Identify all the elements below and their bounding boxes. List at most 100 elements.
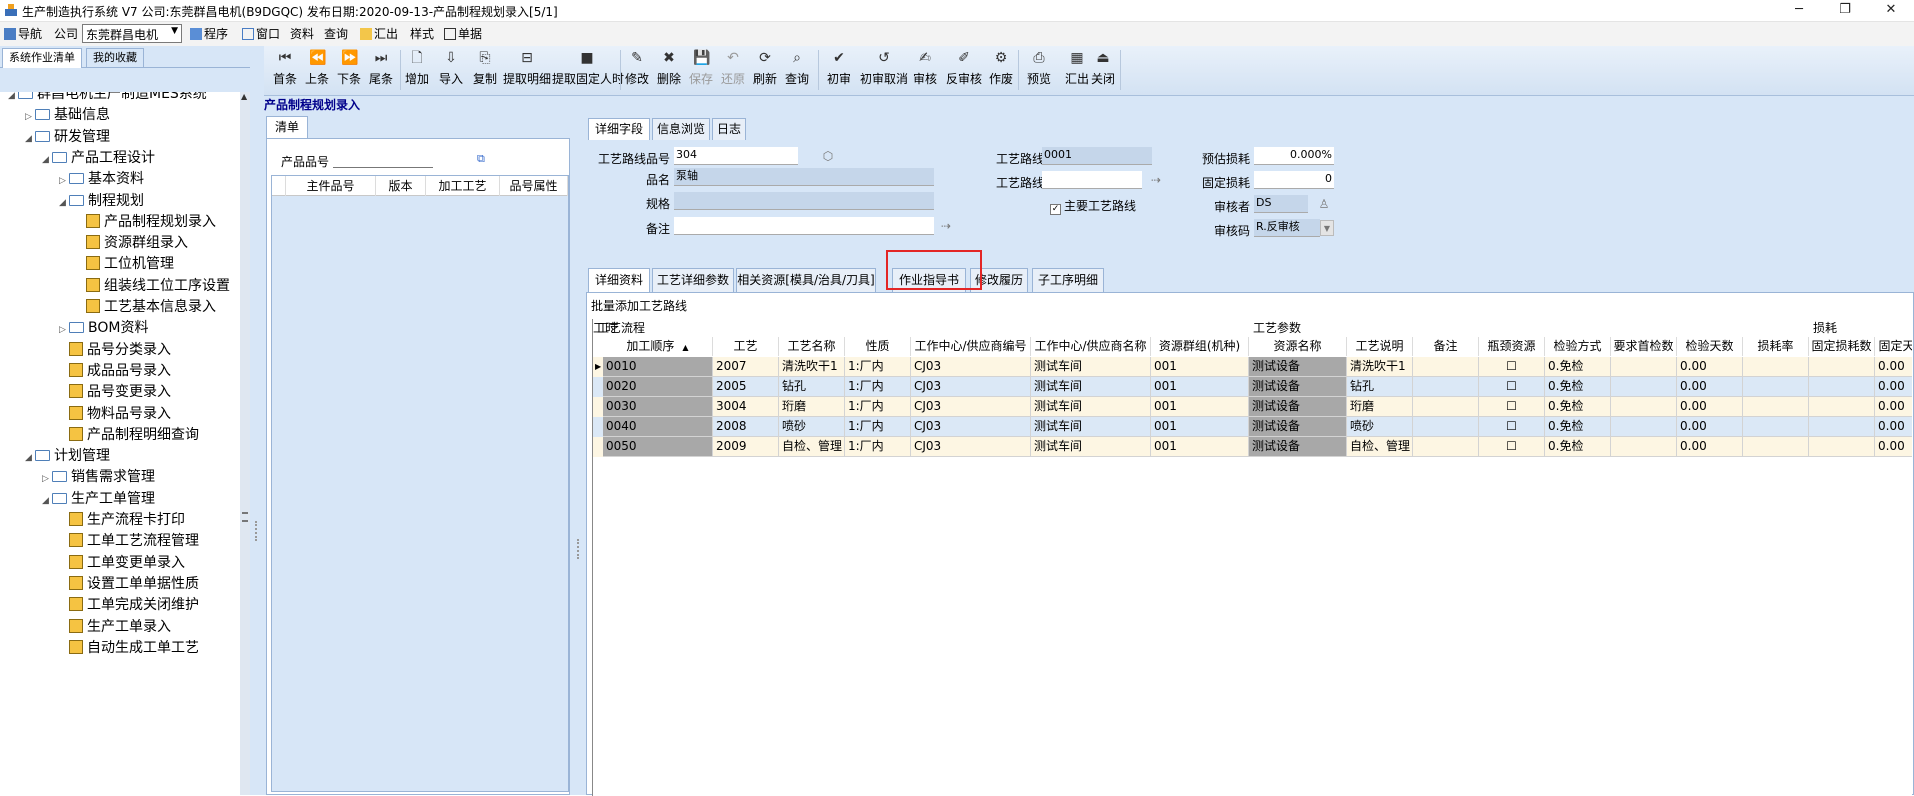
tree-node[interactable]: 资源群组录入 bbox=[76, 232, 188, 254]
toolbar-next-button[interactable]: ⏩ 下条 bbox=[334, 50, 364, 90]
toolbar-close-button[interactable]: ⏏ 关闭 bbox=[1086, 50, 1120, 90]
product-no-input[interactable] bbox=[333, 152, 433, 168]
bottleneck-checkbox[interactable]: ☐ bbox=[1479, 397, 1545, 417]
tree-node[interactable]: ◢ 制程规划 bbox=[59, 190, 144, 212]
route-name-input[interactable] bbox=[1042, 171, 1142, 189]
table-row[interactable]: 0020 2005 钻孔 1:厂内 CJ03 测试车间 001 测试设备 钻孔 ☐ 0.免检 0.00… bbox=[593, 377, 1912, 397]
list-col-process[interactable]: 加工工艺 bbox=[426, 176, 500, 196]
table-cell[interactable]: 0010 bbox=[603, 357, 713, 377]
tree-node[interactable]: ◢ 研发管理 bbox=[25, 126, 110, 148]
toolbar-last-button[interactable]: ⏭ 尾条 bbox=[366, 50, 396, 90]
menu-query[interactable]: 查询 bbox=[324, 25, 348, 43]
tree-node[interactable]: ◢ 计划管理 bbox=[25, 445, 110, 467]
toolbar-refresh-button[interactable]: ⟳ 刷新 bbox=[750, 50, 780, 90]
bottleneck-checkbox[interactable]: ☐ bbox=[1479, 437, 1545, 457]
tab-detail-fields[interactable]: 详细字段 bbox=[588, 118, 650, 140]
menu-export[interactable]: 汇出 bbox=[360, 25, 398, 43]
tab-details[interactable]: 详细资料 bbox=[588, 268, 650, 292]
tree-node[interactable]: ◢ 群昌电机生产制造MES系统 bbox=[8, 92, 207, 105]
restore-button[interactable]: ❐ bbox=[1822, 0, 1868, 22]
toolbar-first-review-button[interactable]: ✔ 初审 bbox=[822, 50, 856, 90]
toolbar-undo-button[interactable]: ↶ 还原 bbox=[718, 50, 748, 90]
minimize-button[interactable]: ─ bbox=[1776, 0, 1822, 22]
expand-toggle-icon[interactable]: ◢ bbox=[8, 92, 18, 107]
scroll-up-icon[interactable]: ▲ bbox=[241, 92, 247, 101]
fixed-loss-input[interactable]: 0 bbox=[1254, 171, 1334, 189]
menu-document[interactable]: 单据 bbox=[444, 25, 482, 43]
menu-window[interactable]: 窗口 bbox=[242, 25, 280, 43]
tab-system-menu[interactable]: 系统作业清单 bbox=[2, 48, 82, 68]
tree-node[interactable]: 产品制程规划录入 bbox=[76, 211, 216, 233]
tree-node[interactable]: 工位机管理 bbox=[76, 253, 174, 275]
user-icon[interactable]: ♙ bbox=[1316, 196, 1332, 212]
grid-column-header[interactable]: 工艺 bbox=[713, 337, 779, 356]
batch-add-route-link[interactable]: 批量添加工艺路线 bbox=[591, 297, 687, 314]
tree-node[interactable]: 工单完成关闭维护 bbox=[59, 594, 199, 616]
tree-node[interactable]: 品号变更录入 bbox=[59, 381, 171, 403]
splitter-grip[interactable] bbox=[577, 539, 580, 559]
toolbar-edit-button[interactable]: ✎ 修改 bbox=[622, 50, 652, 90]
grid-column-header[interactable]: 瓶颈资源 bbox=[1479, 337, 1545, 356]
toolbar-save-button[interactable]: 💾 保存 bbox=[686, 50, 716, 90]
grid-column-header[interactable]: 工作中心/供应商编号 bbox=[911, 337, 1031, 356]
toolbar-extract-time-button[interactable]: ■ 提取固定人时 bbox=[552, 50, 624, 90]
tree-node[interactable]: 工艺基本信息录入 bbox=[76, 296, 216, 318]
tab-process-params[interactable]: 工艺详细参数 bbox=[652, 268, 734, 292]
remark-input[interactable] bbox=[674, 217, 934, 235]
cube-icon[interactable]: ⬡ bbox=[820, 148, 836, 164]
grid-column-header[interactable]: 检验天数 bbox=[1677, 337, 1743, 356]
tree-node[interactable]: 组装线工位工序设置 bbox=[76, 275, 230, 297]
grid-column-header[interactable]: 工艺名称 bbox=[779, 337, 845, 356]
tree-node[interactable]: 工单变更单录入 bbox=[59, 552, 185, 574]
tree-node[interactable]: 产品制程明细查询 bbox=[59, 424, 199, 446]
browse-icon[interactable]: ⇢ bbox=[938, 218, 954, 234]
restore-window-icon[interactable]: ⧉ bbox=[477, 152, 489, 165]
bottleneck-checkbox[interactable]: ☐ bbox=[1479, 417, 1545, 437]
table-row[interactable]: 0030 3004 珩磨 1:厂内 CJ03 测试车间 001 测试设备 珩磨 ☐ 0.免检 0.00… bbox=[593, 397, 1912, 417]
menu-program[interactable]: 程序 bbox=[190, 25, 228, 43]
toolbar-copy-button[interactable]: ⎘ 复制 bbox=[470, 50, 500, 90]
table-cell[interactable]: 0020 bbox=[603, 377, 713, 397]
toolbar-prev-button[interactable]: ⏪ 上条 bbox=[302, 50, 332, 90]
tree-node[interactable]: ▷ 销售需求管理 bbox=[42, 466, 155, 488]
tab-list[interactable]: 清单 bbox=[266, 116, 308, 138]
list-col-version[interactable]: 版本 bbox=[376, 176, 426, 196]
grid-column-header[interactable]: 备注 bbox=[1413, 337, 1479, 356]
grid-column-header[interactable]: 固定天 bbox=[1875, 337, 1912, 356]
toolbar-delete-button[interactable]: ✖ 删除 bbox=[654, 50, 684, 90]
chevron-down-icon[interactable]: ▼ bbox=[1320, 220, 1334, 236]
expand-toggle-icon[interactable]: ◢ bbox=[25, 128, 35, 150]
grid-column-header[interactable]: 加工顺序 ▲ bbox=[603, 337, 713, 356]
tree-node[interactable]: 工单工艺流程管理 bbox=[59, 530, 199, 552]
tree-node[interactable]: 品号分类录入 bbox=[59, 339, 171, 361]
toolbar-extract-detail-button[interactable]: ⊟ 提取明细 bbox=[502, 50, 552, 90]
main-route-checkbox[interactable]: ✓ 主要工艺路线 bbox=[1050, 197, 1136, 215]
tree-node[interactable]: 生产工单录入 bbox=[59, 616, 171, 638]
toolbar-unapprove-button[interactable]: ✐ 反审核 bbox=[944, 50, 984, 90]
tree-node[interactable]: 生产流程卡打印 bbox=[59, 509, 185, 531]
list-col-main-item[interactable]: 主件品号 bbox=[286, 176, 376, 196]
center-splitter[interactable] bbox=[572, 114, 586, 795]
expand-toggle-icon[interactable]: ◢ bbox=[59, 192, 69, 214]
grid-column-header[interactable]: 要求首检数 bbox=[1611, 337, 1677, 356]
toolbar-import-button[interactable]: ⇩ 导入 bbox=[436, 50, 466, 90]
tree-node[interactable]: 设置工单单据性质 bbox=[59, 573, 199, 595]
toolbar-preview-button[interactable]: ⎙ 预览 bbox=[1022, 50, 1056, 90]
table-row[interactable]: 0040 2008 喷砂 1:厂内 CJ03 测试车间 001 测试设备 喷砂 ☐ 0.免检 0.00… bbox=[593, 417, 1912, 437]
grid-column-header[interactable]: 损耗率 bbox=[1743, 337, 1809, 356]
tree-node[interactable]: ▷ 基本资料 bbox=[59, 168, 144, 190]
tab-info-browse[interactable]: 信息浏览 bbox=[652, 118, 710, 140]
table-cell[interactable]: 0040 bbox=[603, 417, 713, 437]
toolbar-first-button[interactable]: ⏮ 首条 bbox=[270, 50, 300, 90]
table-row[interactable]: ▶ 0010 2007 清洗吹干1 1:厂内 CJ03 测试车间 001 测试设备 清洗吹干1 ☐ 0… bbox=[593, 357, 1912, 377]
loss-estimate-input[interactable]: 0.000% bbox=[1254, 147, 1334, 165]
left-splitter[interactable] bbox=[250, 46, 264, 795]
tree-node[interactable]: ◢ 产品工程设计 bbox=[42, 147, 155, 169]
tree-node[interactable]: 自动生成工单工艺 bbox=[59, 637, 199, 659]
browse-icon[interactable]: ⇢ bbox=[1148, 172, 1164, 188]
grid-column-header[interactable]: 工作中心/供应商名称 bbox=[1031, 337, 1151, 356]
tab-sub-processes[interactable]: 子工序明细 bbox=[1032, 268, 1104, 292]
tree-scrollbar[interactable]: ▲ bbox=[240, 92, 250, 795]
expand-toggle-icon[interactable]: ◢ bbox=[25, 447, 35, 469]
grid-column-header[interactable]: 固定损耗数 bbox=[1809, 337, 1875, 356]
